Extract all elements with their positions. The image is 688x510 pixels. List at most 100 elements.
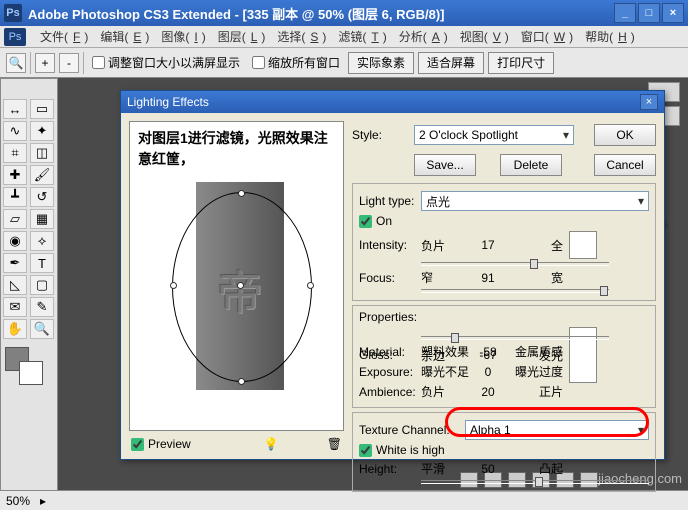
intensity-slider[interactable] [421, 262, 609, 266]
notes-tool[interactable]: ✉ [3, 297, 27, 317]
path-tool[interactable]: ◺ [3, 275, 27, 295]
material-left: 塑料效果 [421, 343, 469, 360]
preview-box[interactable]: 对图层1进行滤镜，光照效果注意红筐， 帝 [129, 121, 344, 431]
style-label: Style: [352, 128, 408, 142]
brush-tool[interactable]: 🖌 [30, 165, 54, 185]
preview-checkbox[interactable]: Preview [131, 437, 191, 451]
blur-tool[interactable]: ◉ [3, 231, 27, 251]
zoom-out-icon[interactable]: - [59, 53, 79, 73]
preview-pane: 对图层1进行滤镜，光照效果注意红筐， 帝 Preview 💡 🗑 [129, 121, 344, 451]
dialog-titlebar[interactable]: Lighting Effects × [121, 91, 664, 113]
intensity-left: 负片 [421, 237, 469, 254]
lasso-tool[interactable]: ∿ [3, 121, 27, 141]
menu-view[interactable]: 视图(V) [456, 28, 509, 45]
focus-value: 91 [475, 271, 501, 285]
bg-swatch[interactable] [19, 361, 43, 385]
maximize-button[interactable]: □ [638, 3, 660, 23]
app-icon: Ps [4, 28, 26, 46]
menu-filter[interactable]: 滤镜(T) [334, 28, 386, 45]
menu-image[interactable]: 图像(I) [157, 28, 205, 45]
dodge-tool[interactable]: ⟡ [30, 231, 54, 251]
zoom-all-checkbox[interactable]: 缩放所有窗口 [252, 54, 340, 71]
menu-layer[interactable]: 图层(L) [214, 28, 266, 45]
controls-pane: Style: 2 O'clock Spotlight OK Save... De… [352, 121, 656, 451]
height-value: 50 [475, 462, 501, 476]
crop-tool[interactable]: ⌗ [3, 143, 27, 163]
close-button[interactable]: × [662, 3, 684, 23]
properties-group: Properties: Gloss: 杂边 -67 发光 Material: 塑… [352, 305, 656, 408]
ambience-left: 负片 [421, 383, 469, 400]
heal-tool[interactable]: ✚ [3, 165, 27, 185]
intensity-right: 全 [507, 237, 563, 254]
texture-channel-select[interactable]: Alpha 1 [465, 420, 649, 440]
zoom-tool-icon[interactable]: 🔍 [6, 53, 26, 73]
ok-button[interactable]: OK [594, 124, 656, 146]
focus-left: 窄 [421, 269, 469, 286]
delete-light-icon[interactable]: 🗑 [327, 437, 342, 451]
menu-select[interactable]: 选择(S) [273, 28, 326, 45]
marquee-tool[interactable]: ▭ [30, 99, 54, 119]
height-slider[interactable] [421, 480, 649, 484]
delete-button[interactable]: Delete [500, 154, 562, 176]
actual-pixels-button[interactable]: 实际象素 [348, 52, 414, 74]
style-select[interactable]: 2 O'clock Spotlight [414, 125, 574, 145]
title-text: Adobe Photoshop CS3 Extended - [335 副本 @… [28, 4, 444, 23]
wand-tool[interactable]: ✦ [30, 121, 54, 141]
eraser-tool[interactable]: ▱ [3, 209, 27, 229]
on-checkbox[interactable]: On [359, 214, 649, 228]
menu-edit[interactable]: 编辑(E) [96, 28, 149, 45]
gloss-slider[interactable] [421, 336, 609, 340]
color-swatches[interactable] [3, 345, 55, 389]
menu-window[interactable]: 窗口(W) [517, 28, 573, 45]
type-tool[interactable]: T [30, 253, 54, 273]
lightbulb-icon[interactable]: 💡 [264, 437, 279, 451]
light-type-group: Light type: 点光 On Intensity: 负片 17 全 Foc… [352, 183, 656, 301]
annotation-text: 对图层1进行滤镜，光照效果注意红筐， [138, 128, 335, 170]
exposure-label: Exposure: [359, 365, 415, 379]
menu-file[interactable]: 文件(F) [36, 28, 88, 45]
light-handle-left[interactable] [170, 282, 177, 289]
ambience-value: 20 [475, 385, 501, 399]
slice-tool[interactable]: ◫ [30, 143, 54, 163]
height-left: 平滑 [421, 460, 469, 477]
options-bar: 🔍 + - 调整窗口大小以满屏显示 缩放所有窗口 实际象素 适合屏幕 打印尺寸 [0, 48, 688, 78]
fit-screen-button[interactable]: 适合屏幕 [418, 52, 484, 74]
save-button[interactable]: Save... [414, 154, 476, 176]
resize-checkbox[interactable]: 调整窗口大小以满屏显示 [92, 54, 240, 71]
focus-right: 宽 [507, 269, 563, 286]
white-high-checkbox[interactable]: White is high [359, 443, 649, 457]
app-titlebar: Ps Adobe Photoshop CS3 Extended - [335 副… [0, 0, 688, 26]
pen-tool[interactable]: ✒ [3, 253, 27, 273]
minimize-button[interactable]: _ [614, 3, 636, 23]
lighttype-select[interactable]: 点光 [421, 191, 649, 211]
light-handle-bottom[interactable] [238, 378, 245, 385]
dialog-close-button[interactable]: × [640, 94, 658, 110]
light-color-swatch[interactable] [569, 231, 597, 259]
zoom-in-icon[interactable]: + [35, 53, 55, 73]
ambience-label: Ambience: [359, 385, 415, 399]
shape-tool[interactable]: ▢ [30, 275, 54, 295]
zoom-tool[interactable]: 🔍 [30, 319, 54, 339]
menu-help[interactable]: 帮助(H) [581, 28, 635, 45]
light-handle-top[interactable] [238, 190, 245, 197]
gradient-tool[interactable]: ▦ [30, 209, 54, 229]
menu-analysis[interactable]: 分析(A) [395, 28, 448, 45]
hand-tool[interactable]: ✋ [3, 319, 27, 339]
height-label: Height: [359, 462, 415, 476]
eyedropper-tool[interactable]: ✎ [30, 297, 54, 317]
exposure-value: 0 [475, 365, 501, 379]
zoom-level[interactable]: 50% [6, 494, 30, 508]
history-brush-tool[interactable]: ↺ [30, 187, 54, 207]
stamp-tool[interactable]: ┻ [3, 187, 27, 207]
light-center-handle[interactable] [237, 282, 244, 289]
lighting-effects-dialog: Lighting Effects × 对图层1进行滤镜，光照效果注意红筐， 帝 … [120, 90, 665, 460]
menubar: Ps 文件(F) 编辑(E) 图像(I) 图层(L) 选择(S) 滤镜(T) 分… [0, 26, 688, 48]
print-size-button[interactable]: 打印尺寸 [488, 52, 554, 74]
texture-group: Texture Channel: Alpha 1 White is high H… [352, 412, 656, 492]
focus-slider[interactable] [421, 289, 609, 293]
material-value: -58 [475, 345, 501, 359]
move-tool[interactable]: ↔ [3, 99, 27, 119]
cancel-button[interactable]: Cancel [594, 154, 656, 176]
light-handle-right[interactable] [307, 282, 314, 289]
properties-label: Properties: [359, 310, 649, 324]
